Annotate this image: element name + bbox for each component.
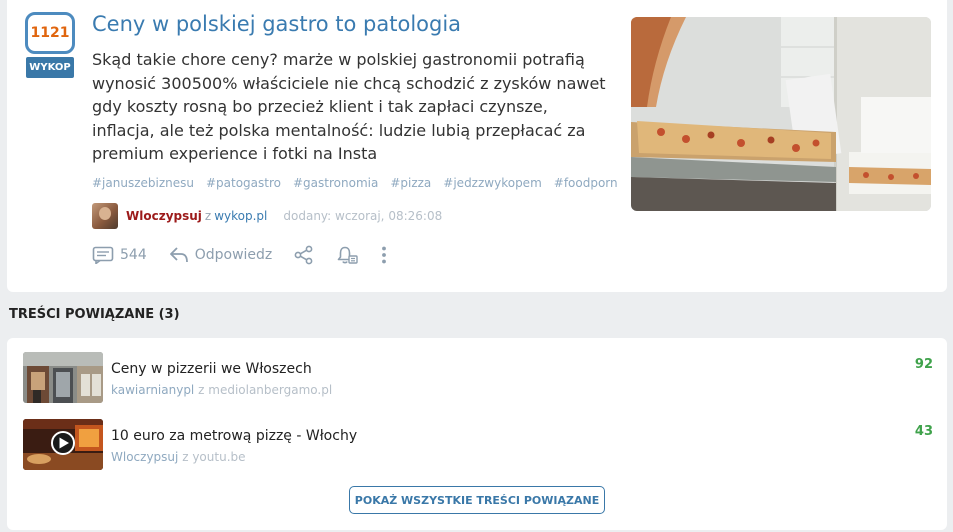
related-source[interactable]: youtu.be <box>192 450 245 464</box>
tag[interactable]: #gastronomia <box>293 176 378 190</box>
more-button[interactable] <box>380 245 388 265</box>
related-thumbnail[interactable] <box>23 352 103 403</box>
avatar[interactable] <box>92 203 118 229</box>
bell-icon <box>336 245 358 265</box>
share-icon <box>294 245 314 265</box>
wykop-button[interactable]: WYKOP <box>26 57 74 78</box>
entry-thumbnail[interactable] <box>631 17 931 211</box>
related-card: Ceny w pizzerii we Włoszech kawiarnianyp… <box>7 338 947 530</box>
tag[interactable]: #jedzzwykopem <box>443 176 541 190</box>
related-source[interactable]: mediolanbergamo.pl <box>208 383 332 397</box>
related-meta: kawiarnianypl z mediolanbergamo.pl <box>111 383 332 397</box>
from-label: z <box>204 209 212 223</box>
tag[interactable]: #patogastro <box>206 176 281 190</box>
related-author[interactable]: kawiarnianypl <box>111 383 194 397</box>
tag[interactable]: #januszebiznesu <box>92 176 194 190</box>
reply-button[interactable]: Odpowiedz <box>169 246 273 264</box>
related-score: 92 <box>914 357 933 372</box>
related-meta: Wloczypsuj z youtu.be <box>111 450 246 464</box>
vote-count: 1121 <box>25 12 75 54</box>
share-button[interactable] <box>294 245 314 265</box>
source-link[interactable]: wykop.pl <box>214 209 267 223</box>
comments-button[interactable]: 544 <box>92 246 147 264</box>
vote-box: 1121 WYKOP <box>25 12 75 78</box>
related-title[interactable]: Ceny w pizzerii we Włoszech <box>111 361 312 377</box>
related-score: 43 <box>914 424 933 439</box>
tag[interactable]: #foodporn <box>554 176 618 190</box>
notify-button[interactable] <box>336 245 358 265</box>
author-row: Wloczypsuj z wykop.pl dodany: wczoraj, 0… <box>92 203 442 229</box>
related-author[interactable]: Wloczypsuj <box>111 450 178 464</box>
added-date: dodany: wczoraj, 08:26:08 <box>283 209 443 223</box>
entry-card: 1121 WYKOP Ceny w polskiej gastro to pat… <box>7 0 947 292</box>
from-label: z <box>182 450 189 464</box>
related-section-title: TREŚCI POWIĄZANE (3) <box>9 307 180 322</box>
related-item[interactable]: 10 euro za metrową pizzę - Włochy Wloczy… <box>23 419 933 471</box>
related-thumbnail[interactable] <box>23 419 103 470</box>
author-name[interactable]: Wloczypsuj <box>126 209 202 223</box>
tag-list: #januszebiznesu #patogastro #gastronomia… <box>92 176 618 190</box>
tag[interactable]: #pizza <box>390 176 431 190</box>
action-bar: 544 Odpowiedz <box>92 245 410 265</box>
from-label: z <box>198 383 205 397</box>
show-all-related-button[interactable]: POKAŻ WSZYSTKIE TREŚCI POWIĄZANE <box>349 486 605 514</box>
related-item[interactable]: Ceny w pizzerii we Włoszech kawiarnianyp… <box>23 352 933 404</box>
comments-icon <box>92 246 114 264</box>
entry-title[interactable]: Ceny w polskiej gastro to patologia <box>92 12 461 36</box>
related-title[interactable]: 10 euro za metrową pizzę - Włochy <box>111 428 357 444</box>
more-vertical-icon <box>380 245 388 265</box>
entry-description: Skąd takie chore ceny? marże w polskiej … <box>92 50 606 163</box>
reply-icon <box>169 246 189 264</box>
comments-count: 544 <box>120 247 147 263</box>
reply-label: Odpowiedz <box>194 247 273 263</box>
